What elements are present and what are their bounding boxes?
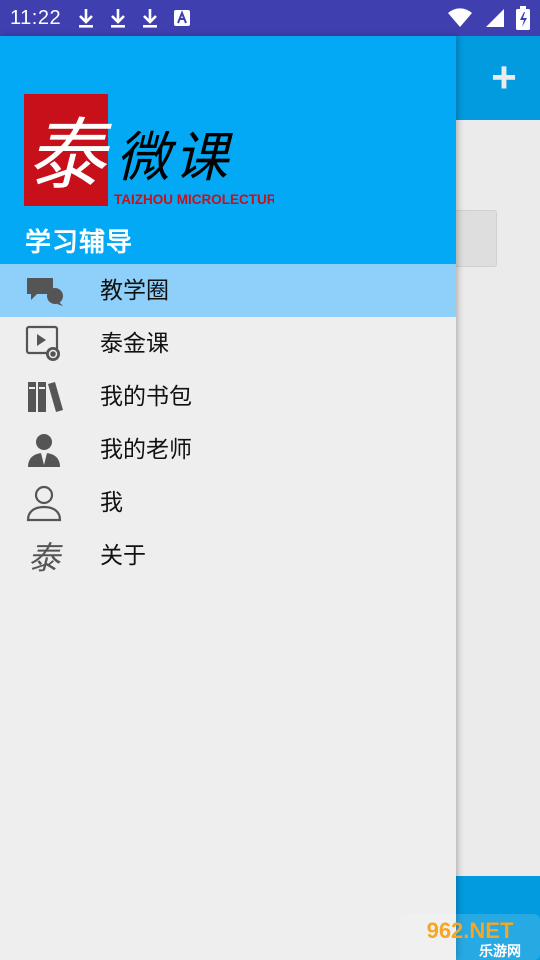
- navigation-drawer: 泰 微课 TAIZHOU MICROLECTURE 学习辅导 教学圈 泰金课 我…: [0, 36, 456, 960]
- battery-icon: [516, 6, 530, 30]
- drawer-header: 泰 微课 TAIZHOU MICROLECTURE 学习辅导: [0, 36, 456, 264]
- menu-item-teaching-circle[interactable]: 教学圈: [0, 264, 456, 317]
- menu-item-label: 我的老师: [100, 436, 192, 462]
- tai-logo-icon: 泰: [28, 539, 63, 575]
- menu-item-me[interactable]: 我: [0, 476, 456, 529]
- wifi-icon: [448, 8, 472, 27]
- signal-icon: [486, 9, 504, 27]
- a-notification-icon: [174, 10, 191, 26]
- chat-bubbles-icon: [27, 278, 63, 306]
- menu-item-label: 教学圈: [100, 277, 169, 303]
- taizhou-microlecture-logo: 泰 微课 TAIZHOU MICROLECTURE: [24, 94, 274, 207]
- download-icon: [79, 9, 94, 28]
- drawer-menu: 教学圈 泰金课 我的书包 我的老师 我 泰 关于: [0, 264, 456, 582]
- menu-item-label: 我: [100, 489, 123, 515]
- status-bar: 11:22: [0, 0, 540, 36]
- video-icon: [25, 325, 60, 361]
- menu-item-tai-golden-course[interactable]: 泰金课: [0, 317, 456, 370]
- books-icon: [28, 382, 63, 412]
- teacher-icon: [28, 434, 60, 467]
- download-icon: [143, 9, 158, 28]
- menu-item-label: 我的书包: [100, 383, 192, 409]
- status-time: 11:22: [10, 6, 62, 29]
- watermark-subtext: 乐游网: [479, 943, 521, 960]
- logo-brand-text: 微课: [116, 126, 233, 189]
- 962-net-watermark: 962.NET 乐游网: [400, 914, 540, 960]
- menu-item-label: 关于: [100, 542, 146, 568]
- logo-english: TAIZHOU MICROLECTURE: [114, 192, 274, 207]
- person-icon: [26, 485, 62, 522]
- download-icon: [111, 9, 126, 28]
- menu-item-label: 泰金课: [100, 330, 169, 356]
- tai-logo-char: 泰: [28, 539, 63, 575]
- watermark-text: 962.NET: [427, 918, 514, 943]
- drawer-scrim[interactable]: [456, 36, 540, 960]
- logo-brand-char: 泰: [27, 111, 112, 201]
- menu-item-my-bookbag[interactable]: 我的书包: [0, 370, 456, 423]
- menu-item-about[interactable]: 泰 关于: [0, 529, 456, 582]
- drawer-header-title: 学习辅导: [25, 227, 134, 257]
- menu-item-my-teacher[interactable]: 我的老师: [0, 423, 456, 476]
